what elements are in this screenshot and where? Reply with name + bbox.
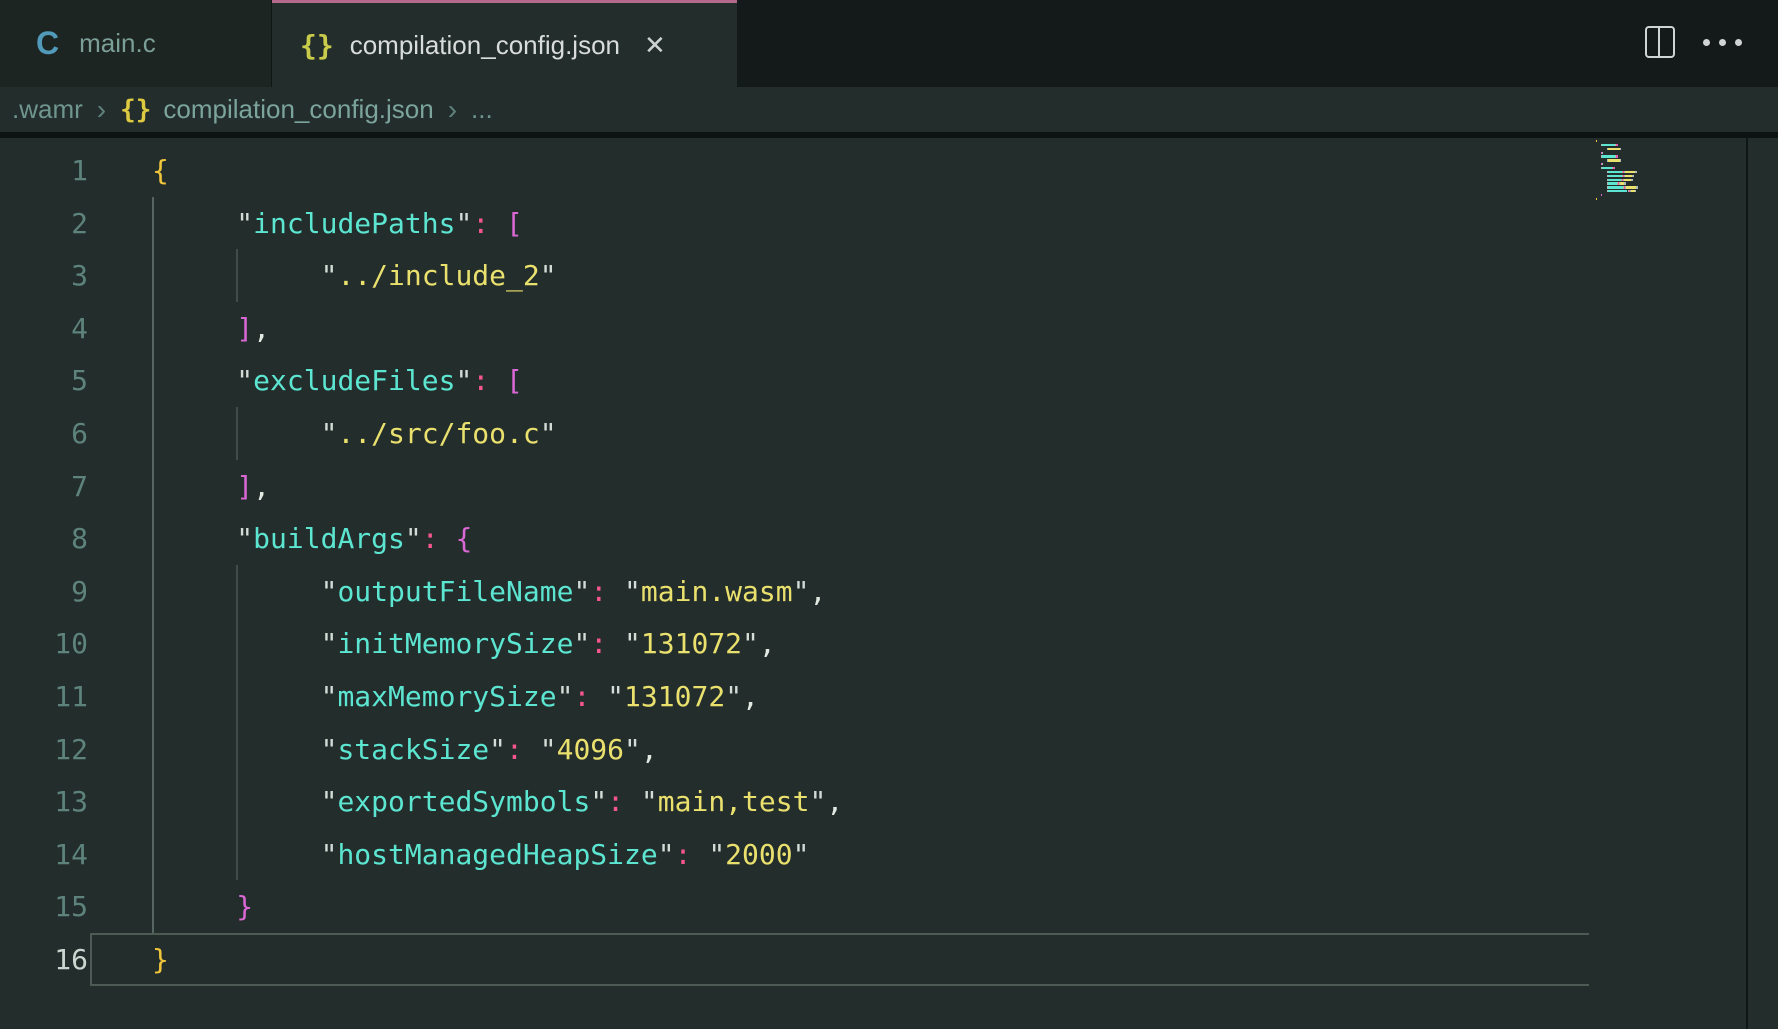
indent-guide [236,407,238,460]
minimap-line [1602,163,1603,165]
minimap-line [1614,167,1615,169]
minimap-line [1608,171,1623,173]
minimap-line [1608,148,1621,150]
breadcrumb-file-icon: {} [120,95,151,125]
minimap-line [1602,144,1615,146]
tab-main-c[interactable]: C main.c [0,0,272,87]
chevron-right-icon: › [97,94,106,126]
breadcrumb-item-folder[interactable]: .wamr [12,94,83,125]
code-line[interactable]: { [152,144,169,197]
code-line[interactable]: ], [152,460,270,513]
minimap-line [1608,159,1621,161]
minimap-scrollbar-border [1746,138,1748,1029]
minimap-line [1601,194,1602,196]
line-number[interactable]: 1 [0,144,88,197]
line-number[interactable]: 15 [0,880,88,933]
line-number[interactable]: 7 [0,460,88,513]
minimap-line [1632,179,1633,181]
indent-guide [236,775,238,828]
minimap[interactable] [1588,140,1746,206]
minimap-line [1596,140,1597,142]
code-line[interactable]: "includePaths": [ [152,197,523,250]
minimap-line [1625,171,1634,173]
line-number[interactable]: 12 [0,723,88,776]
minimap-line [1637,186,1638,188]
minimap-line [1617,144,1618,146]
breadcrumb: .wamr › {} compilation_config.json › ... [0,87,1778,132]
tab-label: compilation_config.json [350,30,620,61]
line-number[interactable]: 5 [0,354,88,407]
tab-label: main.c [79,28,156,59]
minimap-line [1608,179,1622,181]
indent-guide [236,723,238,776]
line-number[interactable]: 2 [0,197,88,250]
code-line[interactable]: } [152,880,253,933]
code-line[interactable]: "buildArgs": { [152,512,472,565]
code-line[interactable]: "../include_2" [152,249,557,302]
close-tab-icon[interactable]: ✕ [644,30,666,61]
line-number[interactable]: 8 [0,512,88,565]
minimap-line [1625,182,1626,184]
tab-bar: C main.c {} compilation_config.json ✕ [0,0,1778,87]
minimap-line [1608,182,1617,184]
line-number[interactable]: 9 [0,565,88,618]
minimap-line [1608,190,1628,192]
chevron-right-icon: › [448,94,457,126]
minimap-line [1635,190,1636,192]
minimap-line [1608,175,1623,177]
minimap-line [1620,148,1621,150]
code-line[interactable]: "maxMemorySize": "131072", [152,670,759,723]
more-actions-icon[interactable] [1703,26,1742,58]
line-number[interactable]: 3 [0,249,88,302]
split-editor-icon[interactable] [1645,26,1675,58]
editor[interactable]: 1 {2 "includePaths": [ 3 "../include_2" 4 ]… [0,138,1778,1029]
indent-guide [236,565,238,618]
json-braces-icon: {} [300,29,334,62]
minimap-line [1617,155,1618,157]
line-number[interactable]: 14 [0,828,88,881]
line-number[interactable]: 4 [0,302,88,355]
minimap-line [1636,171,1637,173]
indent-guide [236,828,238,881]
line-number[interactable]: 10 [0,617,88,670]
line-number[interactable]: 16 [0,933,88,986]
minimap-line [1602,155,1615,157]
minimap-line [1602,167,1611,169]
minimap-line [1620,159,1621,161]
line-number[interactable]: 6 [0,407,88,460]
minimap-line [1602,152,1603,154]
code-line[interactable]: ], [152,302,270,355]
minimap-line [1596,198,1597,200]
code-line[interactable]: "hostManagedHeapSize": "2000" [152,828,809,881]
code-line[interactable]: "outputFileName": "main.wasm", [152,565,826,618]
indent-guide [236,617,238,670]
minimap-line [1626,186,1635,188]
indent-guide-active [152,197,154,933]
code-line[interactable]: "stackSize": "4096", [152,723,658,776]
code-line[interactable]: "initMemorySize": "131072", [152,617,776,670]
editor-actions [1645,26,1742,58]
line-number[interactable]: 13 [0,775,88,828]
minimap-line [1633,175,1634,177]
line-number[interactable]: 11 [0,670,88,723]
indent-guide [236,249,238,302]
c-file-icon: C [36,25,59,62]
breadcrumb-item-symbol[interactable]: ... [471,94,493,125]
code-line[interactable]: "exportedSymbols": "main,test", [152,775,843,828]
code-line[interactable]: "../src/foo.c" [152,407,557,460]
breadcrumb-item-file[interactable]: compilation_config.json [163,94,433,125]
indent-guide [236,670,238,723]
minimap-line [1608,186,1624,188]
tab-compilation-config-json[interactable]: {} compilation_config.json ✕ [272,0,737,87]
code-line[interactable]: "excludeFiles": [ [152,354,523,407]
current-line-highlight [90,933,1589,986]
